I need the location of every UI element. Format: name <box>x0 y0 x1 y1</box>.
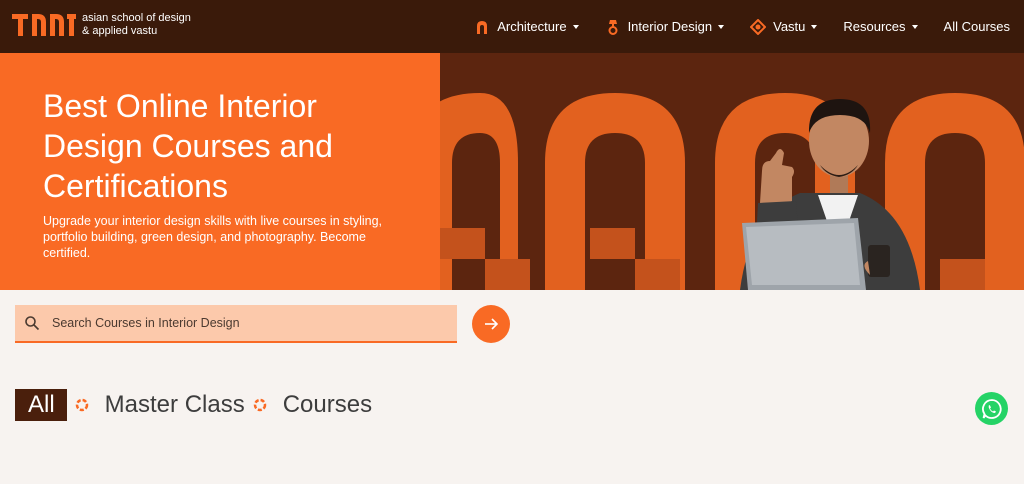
whatsapp-icon <box>981 398 1002 419</box>
hero-image <box>440 53 1024 290</box>
chevron-down-icon <box>811 24 818 29</box>
separator-flower-icon <box>253 398 266 412</box>
vastu-icon <box>750 18 767 35</box>
course-filter-tabs: All Master Class Courses <box>15 389 372 421</box>
nav-vastu[interactable]: Vastu <box>750 18 818 35</box>
hero-text-panel: Best Online Interior Design Courses and … <box>0 53 440 290</box>
chevron-down-icon <box>572 24 579 29</box>
search-icon <box>25 316 40 331</box>
main-nav: Architecture Interior Design Vastu Resou… <box>448 0 1010 53</box>
hero-banner: Best Online Interior Design Courses and … <box>0 53 1024 290</box>
whatsapp-chat-button[interactable] <box>975 392 1008 425</box>
arrow-right-icon <box>485 318 499 330</box>
top-navbar: asian school of design & applied vastu A… <box>0 0 1024 53</box>
site-logo[interactable]: asian school of design & applied vastu <box>12 12 191 38</box>
lamp-icon <box>608 19 618 35</box>
search-input[interactable] <box>52 316 432 330</box>
nav-resources-label: Resources <box>843 19 906 34</box>
hero-title: Best Online Interior Design Courses and … <box>43 88 333 204</box>
chevron-down-icon <box>718 24 725 29</box>
tab-master-class[interactable]: Master Class <box>105 389 245 421</box>
hero-subtitle: Upgrade your interior design skills with… <box>43 214 383 260</box>
nav-vastu-label: Vastu <box>773 19 806 34</box>
logo-line-2: & applied vastu <box>82 25 158 37</box>
chevron-down-icon <box>911 24 918 29</box>
nav-resources[interactable]: Resources <box>843 19 918 34</box>
course-search-bar <box>15 305 457 343</box>
tab-all[interactable]: All <box>15 389 67 421</box>
logo-line-1: asian school of design <box>82 12 191 24</box>
arch-icon <box>477 20 488 34</box>
search-submit-button[interactable] <box>472 305 510 343</box>
separator-flower-icon <box>75 398 88 412</box>
nav-architecture[interactable]: Architecture <box>474 19 579 35</box>
logo-mark-icon <box>12 14 76 36</box>
logo-text: asian school of design & applied vastu <box>82 12 191 38</box>
tab-courses[interactable]: Courses <box>283 389 372 421</box>
hero-illustration <box>440 53 1024 290</box>
nav-interior-design[interactable]: Interior Design <box>605 19 725 35</box>
nav-all-courses-label: All Courses <box>943 19 1010 34</box>
nav-interior-design-label: Interior Design <box>627 19 713 34</box>
nav-architecture-label: Architecture <box>497 19 567 34</box>
nav-all-courses[interactable]: All Courses <box>944 19 1010 34</box>
